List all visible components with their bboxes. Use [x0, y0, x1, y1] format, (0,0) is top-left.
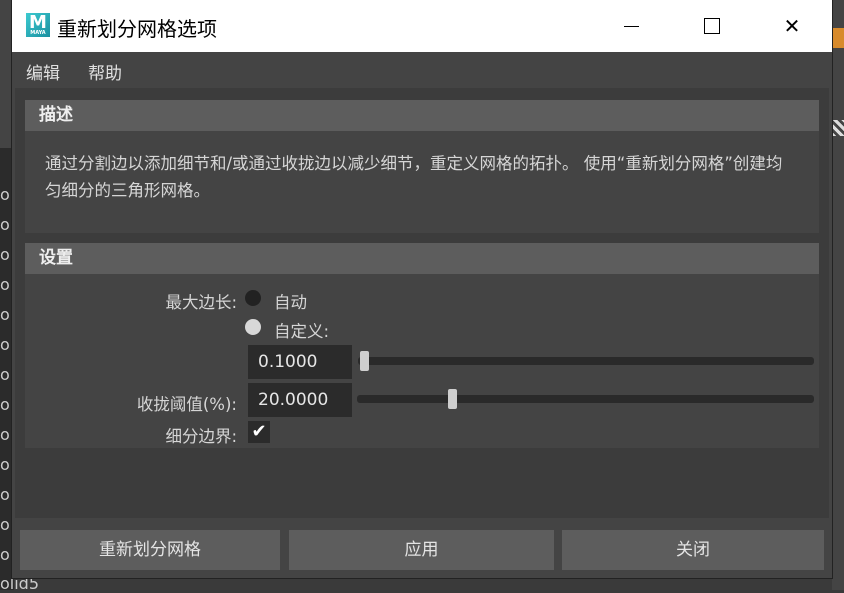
- subdivide-border-label: 细分边界:: [165, 427, 237, 446]
- radio-custom[interactable]: [245, 319, 261, 335]
- checkmark-icon: ✔: [251, 421, 267, 442]
- close-window-button[interactable]: ✕: [756, 0, 828, 52]
- max-edge-length-field[interactable]: 0.1000: [248, 345, 352, 379]
- subdivide-border-checkbox[interactable]: ✔: [248, 421, 270, 443]
- background-panel-right: [832, 0, 844, 590]
- collapse-threshold-slider[interactable]: [357, 395, 814, 403]
- cube-icon: [832, 28, 844, 48]
- max-edge-length-slider[interactable]: [358, 357, 814, 365]
- radio-auto[interactable]: [245, 290, 261, 306]
- collapse-threshold-slider-handle[interactable]: [448, 389, 457, 409]
- title-bar[interactable]: M MAYA 重新划分网格选项 ✕: [12, 0, 832, 52]
- close-button[interactable]: 关闭: [562, 530, 824, 570]
- description-text: 通过分割边以添加细节和/或通过收拢边以减少细节，重定义网格的拓扑。 使用“重新划…: [45, 154, 783, 200]
- max-edge-length-label: 最大边长:: [165, 293, 237, 312]
- settings-section-header[interactable]: 设置: [25, 243, 819, 274]
- maximize-icon: [704, 18, 720, 34]
- checker-icon: [832, 120, 844, 136]
- radio-auto-label: 自动: [274, 293, 307, 312]
- menu-help[interactable]: 帮助: [88, 59, 122, 84]
- max-edge-length-slider-handle[interactable]: [360, 351, 369, 371]
- apply-button[interactable]: 应用: [289, 530, 554, 570]
- maya-app-icon: M MAYA: [26, 13, 50, 37]
- collapse-threshold-field[interactable]: 20.0000: [248, 383, 352, 417]
- minimize-button[interactable]: [595, 0, 667, 52]
- maximize-button[interactable]: [676, 0, 748, 52]
- close-icon: ✕: [783, 14, 801, 38]
- remesh-options-dialog: M MAYA 重新划分网格选项 ✕ 编辑 帮助 描述 通过分割边以添加细节和/或通…: [12, 0, 832, 578]
- window-title: 重新划分网格选项: [57, 17, 217, 41]
- collapse-threshold-label: 收拢阈值(%):: [136, 395, 237, 414]
- description-section-header[interactable]: 描述: [25, 100, 819, 131]
- radio-custom-label: 自定义:: [274, 322, 330, 341]
- button-bar: 重新划分网格 应用 关闭: [12, 530, 832, 570]
- minimize-icon: [624, 26, 639, 27]
- menu-edit[interactable]: 编辑: [26, 59, 60, 84]
- options-content: 描述 通过分割边以添加细节和/或通过收拢边以减少细节，重定义网格的拓扑。 使用“…: [15, 88, 829, 518]
- remesh-button[interactable]: 重新划分网格: [20, 530, 280, 570]
- menu-bar: 编辑 帮助: [12, 52, 832, 88]
